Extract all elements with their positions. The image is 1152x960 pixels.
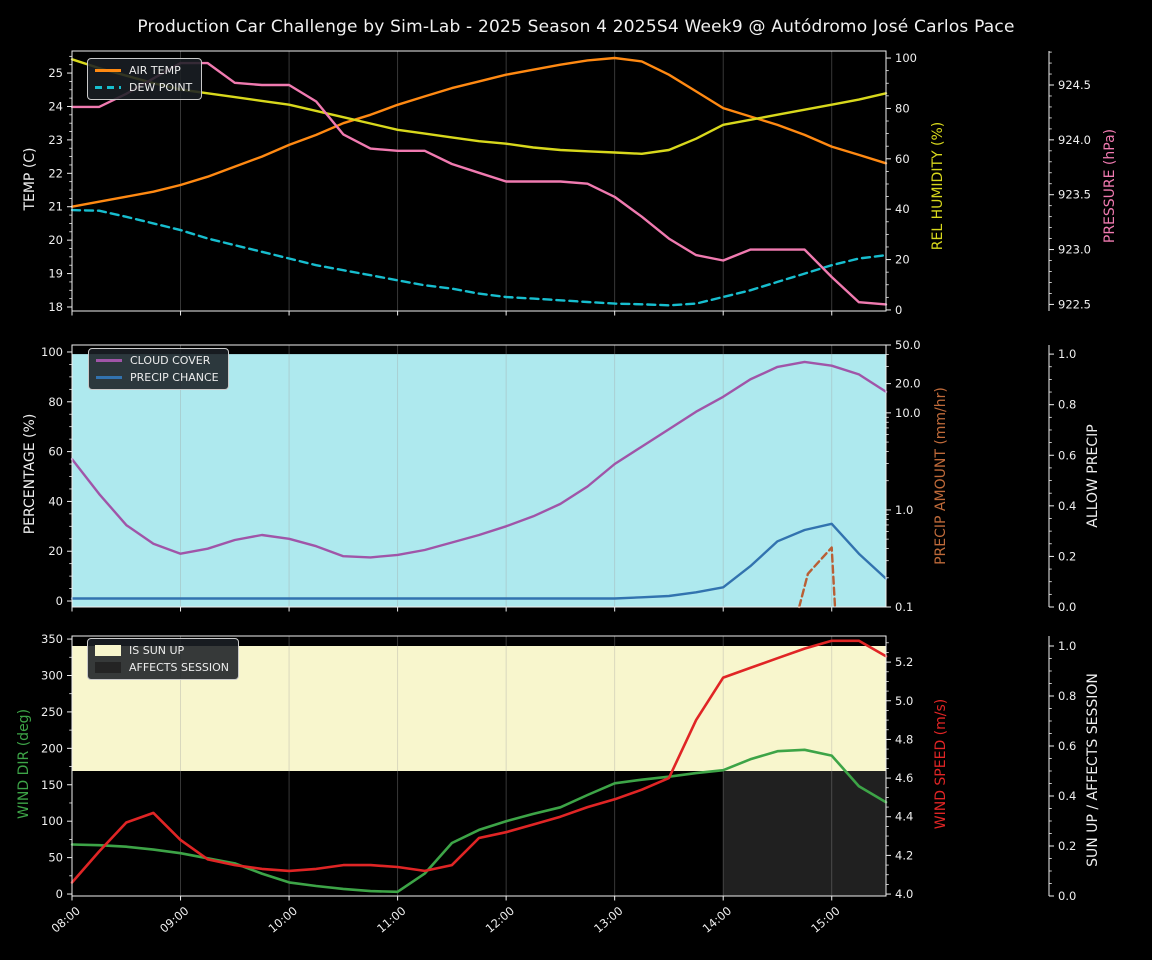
tick-label: 923.0 bbox=[1058, 243, 1091, 257]
tick-label: 924.5 bbox=[1058, 78, 1091, 92]
tick-label: 0.6 bbox=[1058, 448, 1076, 462]
tick-label: 922.5 bbox=[1058, 297, 1091, 311]
tick-label: 0.8 bbox=[1058, 689, 1076, 703]
tick-label: 4.4 bbox=[895, 810, 913, 824]
tick-label: 60 bbox=[48, 445, 63, 459]
tick-label: 25 bbox=[48, 66, 63, 80]
legend-swatch bbox=[96, 359, 122, 362]
tick-label: 4.6 bbox=[895, 771, 913, 785]
tick-label: 0.6 bbox=[1058, 739, 1076, 753]
tick-label: 0.1 bbox=[895, 600, 913, 614]
x-tick-label: 12:00 bbox=[483, 904, 517, 936]
legend-label: CLOUD COVER bbox=[130, 354, 210, 367]
tick-label: 0 bbox=[895, 303, 902, 317]
tick-label: 100 bbox=[895, 51, 917, 65]
tick-label: 0 bbox=[56, 887, 63, 901]
tick-label: 5.0 bbox=[895, 694, 913, 708]
legend-item: AIR TEMP bbox=[95, 63, 192, 78]
tick-label: 924.0 bbox=[1058, 133, 1091, 147]
tick-label: 5.2 bbox=[895, 655, 913, 669]
legend-item: CLOUD COVER bbox=[96, 353, 219, 368]
tick-label: 80 bbox=[895, 101, 910, 115]
tick-label: 100 bbox=[41, 814, 63, 828]
tick-label: 24 bbox=[48, 99, 63, 113]
tick-label: 0.0 bbox=[1058, 600, 1076, 614]
tick-label: 22 bbox=[48, 166, 63, 180]
tick-label: 4.0 bbox=[895, 887, 913, 901]
tick-label: 20.0 bbox=[895, 377, 921, 391]
legend-item: PRECIP CHANCE bbox=[96, 370, 219, 385]
tick-label: 1.0 bbox=[1058, 347, 1076, 361]
tick-label: 40 bbox=[48, 494, 63, 508]
tick-label: 18 bbox=[48, 300, 63, 314]
tick-label: 40 bbox=[895, 202, 910, 216]
legend-swatch bbox=[95, 645, 121, 656]
chart-canvas: 1819202122232425020406080100922.5923.092… bbox=[0, 0, 1152, 960]
tick-label: 1.0 bbox=[1058, 639, 1076, 653]
legend-item: DEW POINT bbox=[95, 80, 192, 95]
tick-label: 10.0 bbox=[895, 406, 921, 420]
tick-label: 300 bbox=[41, 668, 63, 682]
tick-label: 4.2 bbox=[895, 848, 913, 862]
tick-label: 20 bbox=[48, 233, 63, 247]
x-tick-label: 10:00 bbox=[266, 904, 300, 936]
tick-label: 21 bbox=[48, 200, 63, 214]
tick-label: 20 bbox=[48, 544, 63, 558]
tick-label: 0.8 bbox=[1058, 398, 1076, 412]
weather-forecast-figure: Production Car Challenge by Sim-Lab - 20… bbox=[0, 0, 1152, 960]
legend-label: PRECIP CHANCE bbox=[130, 371, 219, 384]
tick-label: 4.8 bbox=[895, 732, 913, 746]
legend-item: AFFECTS SESSION bbox=[95, 660, 229, 675]
legend-swatch bbox=[96, 376, 122, 379]
legend-temperature-panel: AIR TEMP DEW POINT bbox=[87, 58, 202, 100]
tick-label: 0.4 bbox=[1058, 789, 1076, 803]
tick-label: 60 bbox=[895, 152, 910, 166]
tick-label: 0.2 bbox=[1058, 839, 1076, 853]
legend-item: IS SUN UP bbox=[95, 643, 229, 658]
legend-label: AFFECTS SESSION bbox=[129, 661, 229, 674]
legend-label: DEW POINT bbox=[129, 81, 192, 94]
tick-label: 50.0 bbox=[895, 338, 921, 352]
tick-label: 0 bbox=[56, 594, 63, 608]
tick-label: 923.5 bbox=[1058, 188, 1091, 202]
legend-wind-panel: IS SUN UP AFFECTS SESSION bbox=[87, 638, 239, 680]
fill-allow-precip bbox=[72, 354, 886, 607]
x-tick-label: 11:00 bbox=[374, 904, 408, 936]
tick-label: 250 bbox=[41, 705, 63, 719]
x-tick-label: 09:00 bbox=[157, 904, 191, 936]
tick-label: 350 bbox=[41, 632, 63, 646]
legend-label: IS SUN UP bbox=[129, 644, 184, 657]
x-tick-label: 13:00 bbox=[591, 904, 625, 936]
legend-swatch bbox=[95, 662, 121, 673]
tick-label: 80 bbox=[48, 395, 63, 409]
legend-swatch bbox=[95, 69, 121, 72]
tick-label: 23 bbox=[48, 133, 63, 147]
tick-label: 50 bbox=[48, 851, 63, 865]
tick-label: 100 bbox=[41, 345, 63, 359]
tick-label: 150 bbox=[41, 778, 63, 792]
x-tick-label: 14:00 bbox=[700, 904, 734, 936]
series-dew-point bbox=[72, 210, 886, 305]
legend-label: AIR TEMP bbox=[129, 64, 181, 77]
tick-label: 0.2 bbox=[1058, 549, 1076, 563]
legend-swatch bbox=[95, 86, 121, 89]
tick-label: 0.4 bbox=[1058, 499, 1076, 513]
tick-label: 19 bbox=[48, 267, 63, 281]
x-tick-label: 15:00 bbox=[808, 904, 842, 936]
fill-affects-session bbox=[723, 771, 886, 896]
tick-label: 20 bbox=[895, 253, 910, 267]
tick-label: 200 bbox=[41, 741, 63, 755]
tick-label: 0.0 bbox=[1058, 889, 1076, 903]
legend-cloud-panel: CLOUD COVER PRECIP CHANCE bbox=[88, 348, 229, 390]
x-tick-label: 08:00 bbox=[49, 904, 83, 936]
tick-label: 1.0 bbox=[895, 503, 913, 517]
